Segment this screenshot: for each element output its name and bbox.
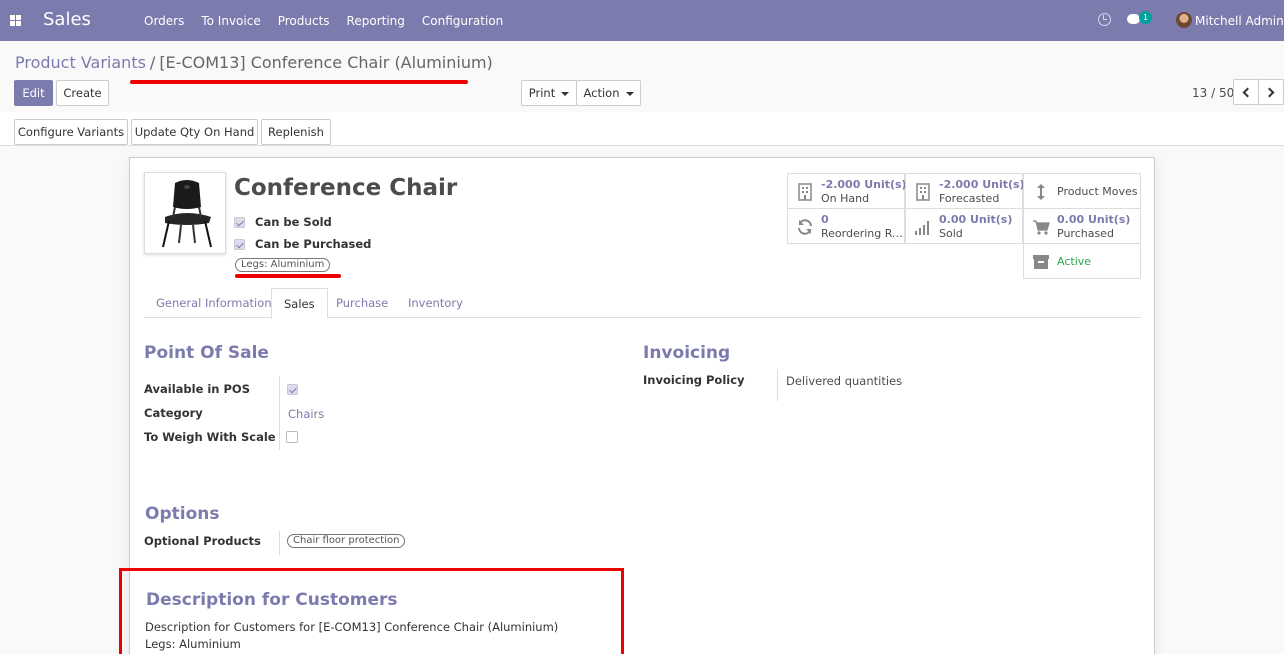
product-moves-stat-button[interactable]: Product Moves [1023, 173, 1141, 209]
active-label: Active [1057, 255, 1092, 268]
can-be-purchased-row: Can be Purchased [234, 237, 371, 251]
red-underline-annotation [235, 274, 341, 278]
caret-down-icon [625, 91, 634, 96]
on-hand-stat-button[interactable]: -2.000 Unit(s) On Hand [787, 173, 907, 209]
product-name: Conference Chair [234, 175, 458, 201]
top-navbar: Sales Orders To Invoice Products Reporti… [0, 0, 1284, 41]
shopping-cart-icon [1033, 220, 1050, 235]
sold-value: 0.00 Unit(s) [939, 213, 1013, 226]
invoicing-title: Invoicing [643, 343, 731, 363]
chair-image-icon [162, 180, 212, 248]
menu-item-configuration[interactable]: Configuration [422, 14, 503, 28]
notebook-tabs: General Information Sales Purchase Inven… [144, 288, 1141, 319]
on-hand-value: -2.000 Unit(s) [821, 178, 907, 191]
print-dropdown[interactable]: Print [521, 80, 577, 106]
pager-value[interactable]: 13 / 50 [1192, 86, 1234, 100]
breadcrumb: Product Variants / [E-COM13] Conference Ch… [15, 53, 493, 72]
tab-purchase[interactable]: Purchase [324, 288, 400, 318]
reordering-label: Reordering Rules [821, 227, 903, 240]
chevron-right-icon [1264, 87, 1275, 98]
menu-item-products[interactable]: Products [278, 14, 330, 28]
pager-previous-button[interactable] [1233, 79, 1259, 105]
can-be-purchased-label: Can be Purchased [255, 237, 372, 251]
red-box-annotation [119, 568, 624, 654]
chat-bubble-icon[interactable] [1127, 14, 1140, 24]
action-label: Action [583, 86, 620, 100]
available-in-pos-label: Available in POS [144, 382, 250, 396]
menu-item-to-invoice[interactable]: To Invoice [201, 14, 260, 28]
replenish-button[interactable]: Replenish [261, 119, 331, 145]
field-separator [777, 369, 778, 401]
menu-item-reporting[interactable]: Reporting [347, 14, 405, 28]
purchased-label: Purchased [1057, 227, 1114, 240]
category-value[interactable]: Chairs [288, 407, 324, 421]
archive-box-icon [1033, 255, 1049, 269]
invoicing-policy-value[interactable]: Delivered quantities [786, 374, 902, 388]
product-moves-label: Product Moves [1057, 185, 1138, 198]
forecasted-value: -2.000 Unit(s) [939, 178, 1025, 191]
field-separator [279, 531, 280, 555]
forecasted-stat-button[interactable]: -2.000 Unit(s) Forecasted [905, 173, 1025, 209]
forecasted-label: Forecasted [939, 192, 1000, 205]
update-qty-on-hand-button[interactable]: Update Qty On Hand [131, 119, 258, 145]
options-title: Options [145, 504, 220, 524]
menu-item-orders[interactable]: Orders [144, 14, 184, 28]
to-weigh-with-scale-label: To Weigh With Scale [144, 430, 276, 444]
form-statusbar: Configure Variants Update Qty On Hand Re… [0, 112, 1284, 146]
apps-menu-icon[interactable] [10, 15, 21, 26]
sold-label: Sold [939, 227, 963, 240]
pager-next-button[interactable] [1258, 79, 1284, 105]
chat-count-badge: 1 [1139, 11, 1152, 24]
chevron-left-icon [1242, 87, 1253, 98]
building-icon [916, 183, 930, 201]
main-menu: Orders To Invoice Products Reporting Con… [144, 14, 520, 28]
vertical-arrows-icon [1037, 184, 1045, 200]
user-avatar[interactable] [1176, 12, 1192, 28]
optional-product-tag[interactable]: Chair floor protection [287, 534, 406, 548]
product-image[interactable] [144, 172, 226, 254]
activity-clock-icon[interactable] [1098, 13, 1111, 26]
point-of-sale-title: Point Of Sale [144, 343, 269, 363]
category-label: Category [144, 406, 203, 420]
purchased-value: 0.00 Unit(s) [1057, 213, 1131, 226]
app-name[interactable]: Sales [43, 9, 91, 30]
breadcrumb-current: [E-COM13] Conference Chair (Aluminium) [159, 53, 493, 72]
available-in-pos-checkbox[interactable] [287, 384, 298, 395]
reordering-value: 0 [821, 213, 829, 226]
optional-products-label: Optional Products [144, 534, 261, 548]
tab-inventory[interactable]: Inventory [396, 288, 475, 318]
reordering-rules-stat-button[interactable]: 0 Reordering Rules [787, 208, 905, 244]
edit-button[interactable]: Edit [14, 80, 53, 106]
action-dropdown[interactable]: Action [576, 80, 641, 106]
tab-general-information[interactable]: General Information [144, 288, 284, 318]
field-separator [279, 376, 280, 450]
signal-bars-icon [915, 221, 929, 235]
red-underline-annotation [130, 80, 468, 84]
configure-variants-button[interactable]: Configure Variants [14, 119, 128, 145]
caret-down-icon [561, 91, 570, 96]
can-be-sold-label: Can be Sold [255, 215, 332, 229]
variant-attribute-tag: Legs: Aluminium [235, 258, 331, 272]
to-weigh-with-scale-checkbox[interactable] [286, 431, 298, 443]
tab-sales[interactable]: Sales [271, 288, 328, 319]
breadcrumb-parent-link[interactable]: Product Variants [15, 53, 146, 72]
invoicing-policy-label: Invoicing Policy [643, 373, 745, 387]
active-toggle-button[interactable]: Active [1023, 243, 1141, 279]
purchased-stat-button[interactable]: 0.00 Unit(s) Purchased [1023, 208, 1141, 244]
can-be-sold-row: Can be Sold [234, 215, 332, 229]
sold-stat-button[interactable]: 0.00 Unit(s) Sold [905, 208, 1023, 244]
on-hand-label: On Hand [821, 192, 870, 205]
user-menu[interactable]: Mitchell Admin [1195, 14, 1284, 28]
print-label: Print [528, 86, 556, 100]
building-icon [798, 183, 812, 201]
can-be-purchased-checkbox[interactable] [234, 238, 245, 250]
refresh-icon [798, 219, 812, 235]
create-button[interactable]: Create [56, 80, 109, 106]
can-be-sold-checkbox[interactable] [234, 216, 245, 228]
breadcrumb-separator: / [149, 53, 156, 72]
